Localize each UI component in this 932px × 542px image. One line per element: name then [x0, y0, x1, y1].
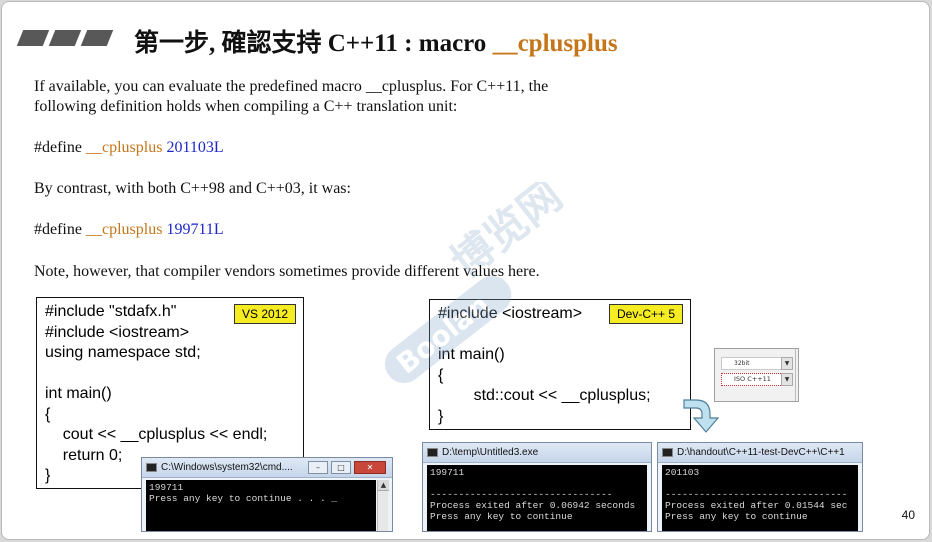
code-line: int main() — [438, 346, 505, 363]
scrollbar[interactable]: ▲ — [377, 480, 389, 531]
define-macro: __cplusplus — [85, 139, 163, 156]
code-line: { — [438, 366, 444, 384]
maximize-icon[interactable]: □ — [331, 461, 351, 474]
page-number: 40 — [901, 508, 915, 522]
define-1: #define __cplusplus 201103L — [34, 138, 224, 157]
code-line: cout << __cplusplus << endl; — [45, 426, 268, 443]
define-directive: #define — [34, 221, 86, 238]
define-value: 201103L — [162, 139, 224, 156]
curved-arrow-icon — [683, 399, 720, 433]
console-output: 199711 Press any key to continue . . . _ — [146, 480, 376, 531]
define-macro: __cplusplus — [85, 221, 163, 238]
close-icon[interactable]: ✕ — [354, 461, 386, 474]
title-highlight: __cplusplus — [492, 30, 618, 57]
language-standard-select[interactable]: ISO C++11 — [721, 373, 783, 386]
slide-title: 第一步, 確認支持 C++11 : macro __cplusplus — [134, 23, 618, 59]
window-title: D:\handout\C++11-test-DevC++\C++1 — [677, 447, 845, 458]
console-icon — [662, 448, 673, 457]
console-output: 199711 -------------------------------- … — [427, 465, 647, 531]
paragraph-2: By contrast, with both C++98 and C++03, … — [34, 180, 351, 197]
paragraph-1-line-1: If available, you can evaluate the prede… — [34, 78, 549, 95]
paragraph-3: Note, however, that compiler vendors som… — [34, 263, 540, 280]
console-output: 201103 -------------------------------- … — [662, 465, 858, 531]
paragraph-1-line-2: following definition holds when compilin… — [34, 98, 458, 115]
vs-console-window[interactable]: C:\Windows\system32\cmd.... – □ ✕ 199711… — [141, 457, 393, 532]
code-line: int main() — [45, 385, 112, 402]
title-decoration — [16, 30, 114, 46]
window-title: C:\Windows\system32\cmd.... — [161, 462, 293, 473]
console-icon — [427, 448, 438, 457]
down-arrow-icon[interactable]: ▼ — [781, 373, 793, 386]
vs-version-tag: VS 2012 — [234, 304, 297, 324]
bitness-select[interactable]: 32bit — [721, 357, 783, 370]
window-titlebar[interactable]: D:\handout\C++11-test-DevC++\C++1 — [658, 443, 862, 463]
devcpp-console-window-2[interactable]: D:\handout\C++11-test-DevC++\C++1 201103… — [657, 442, 863, 532]
down-arrow-icon[interactable]: ▼ — [781, 357, 793, 370]
devcpp-version-tag: Dev-C++ 5 — [609, 304, 684, 324]
title-prefix: 第一步, 確認支持 C++11 : macro — [134, 30, 493, 57]
code-line: #include <iostream> — [45, 323, 190, 341]
code-line: std::cout << __cplusplus; — [438, 387, 651, 404]
minimize-icon[interactable]: – — [308, 461, 328, 474]
code-line: { — [45, 405, 51, 423]
define-value: 199711L — [162, 221, 224, 238]
window-titlebar[interactable]: D:\temp\Untitled3.exe — [423, 443, 651, 463]
slide: 第一步, 確認支持 C++11 : macro __cplusplus If a… — [1, 1, 930, 540]
define-directive: #define — [34, 139, 86, 156]
window-title: D:\temp\Untitled3.exe — [442, 447, 539, 458]
define-2: #define __cplusplus 199711L — [34, 220, 224, 239]
compiler-settings-panel: 32bit ▼ ISO C++11 ▼ — [714, 348, 799, 402]
scroll-up-icon[interactable]: ▲ — [378, 480, 389, 491]
code-line: using namespace std; — [45, 344, 201, 361]
code-line: } — [438, 407, 444, 425]
devcpp-console-window-1[interactable]: D:\temp\Untitled3.exe 199711 -----------… — [422, 442, 652, 532]
console-icon — [146, 463, 157, 472]
